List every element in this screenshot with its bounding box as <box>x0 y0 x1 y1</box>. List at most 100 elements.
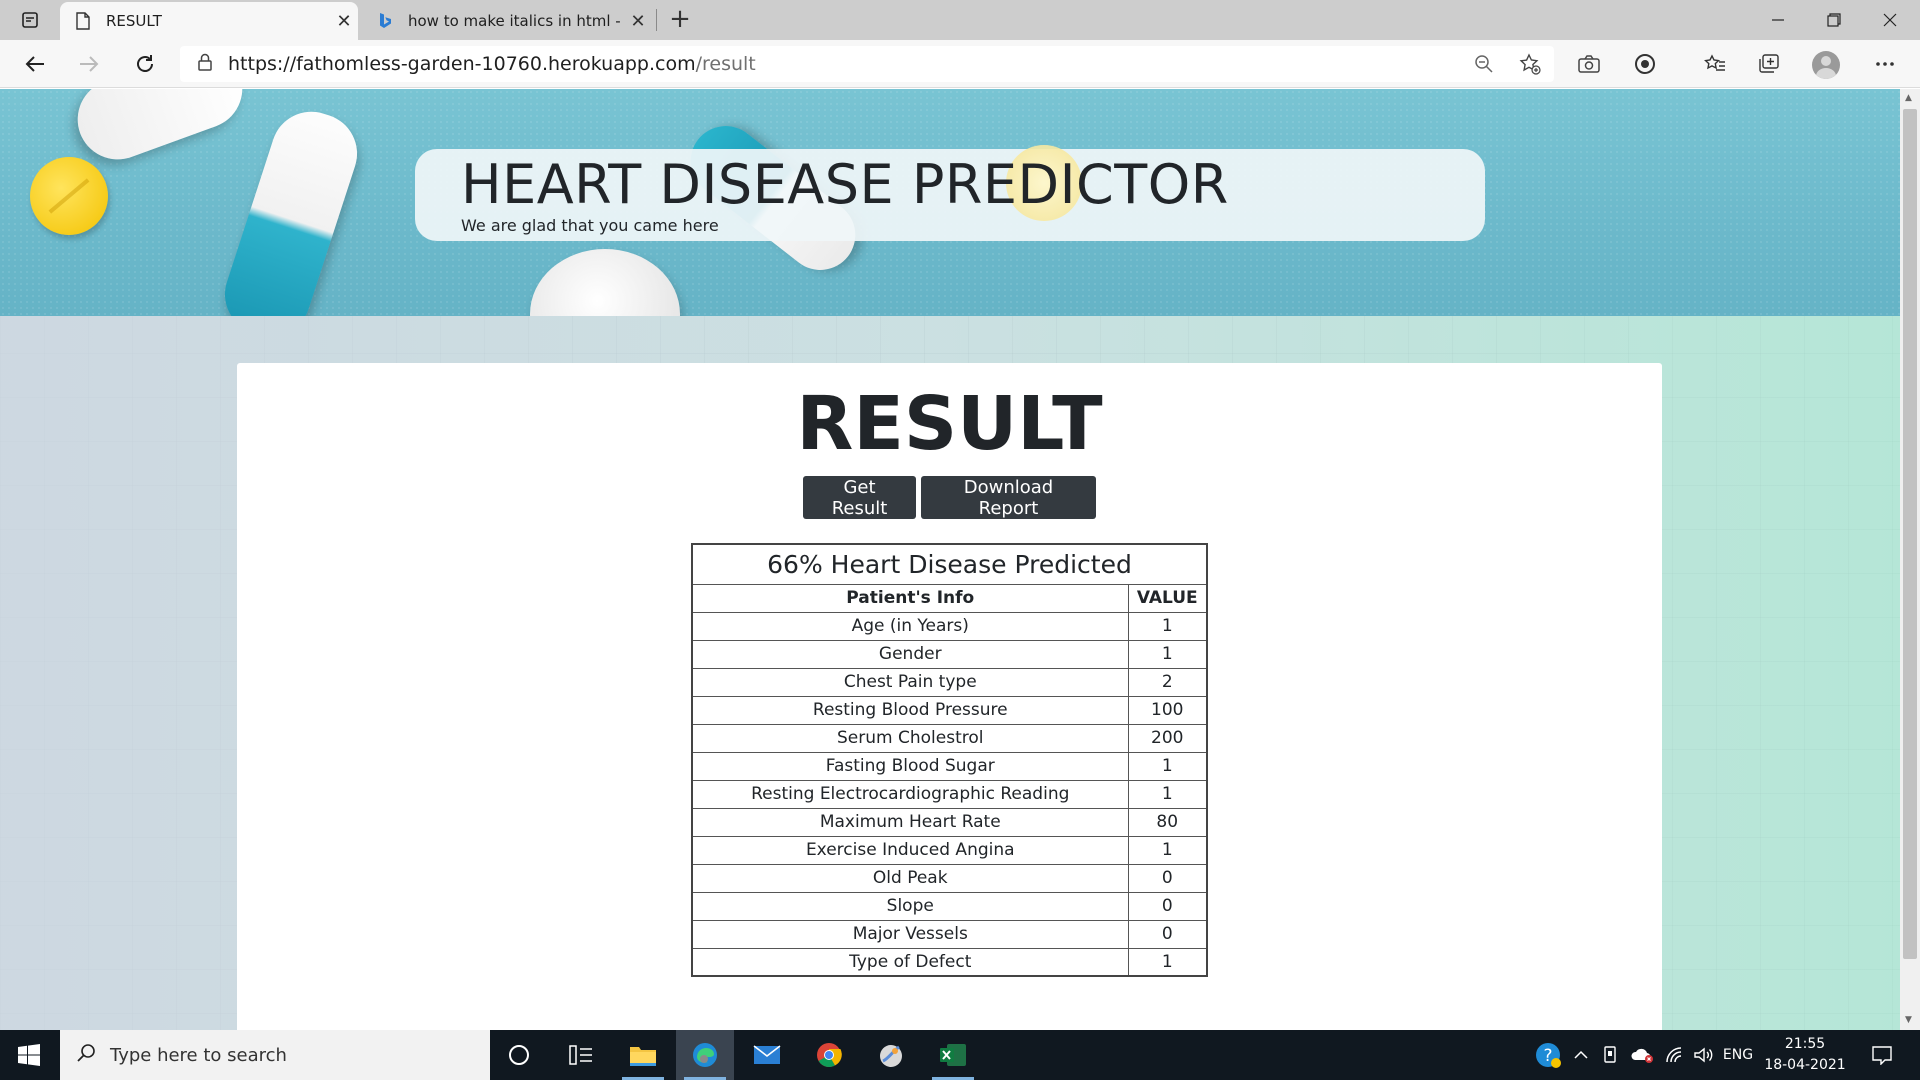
table-row: Type of Defect 1 <box>691 947 1208 977</box>
get-result-button[interactable]: Get Result <box>803 476 916 519</box>
patient-info-cell: Fasting Blood Sugar <box>691 751 1129 781</box>
table-row: Chest Pain type 2 <box>691 667 1208 697</box>
vertical-scrollbar[interactable]: ▲ ▼ <box>1900 89 1920 1030</box>
value-cell: 1 <box>1127 751 1208 781</box>
hero-title-card: HEART DISEASE PREDICTOR We are glad that… <box>415 145 1485 241</box>
tab-title: RESULT <box>106 12 162 30</box>
table-row: Gender 1 <box>691 639 1208 669</box>
add-favorite-icon[interactable] <box>1516 50 1544 78</box>
tab-bing-search[interactable]: how to make italics in html - Bing ✕ <box>362 2 652 40</box>
close-tab-icon[interactable]: ✕ <box>624 11 652 32</box>
prediction-text: 66% Heart Disease Predicted <box>691 543 1208 585</box>
browser-tab-strip: RESULT ✕ how to make italics in html - B… <box>0 0 1920 40</box>
device-icon[interactable] <box>1598 1030 1624 1080</box>
wifi-icon[interactable] <box>1662 1030 1688 1080</box>
search-icon <box>76 1043 96 1067</box>
value-cell: 100 <box>1127 695 1208 725</box>
language-indicator[interactable]: ENG <box>1718 1030 1758 1080</box>
patient-info-cell: Gender <box>691 639 1129 669</box>
search-placeholder: Type here to search <box>110 1044 287 1066</box>
tab-title: how to make italics in html - Bing <box>408 12 624 30</box>
value-cell: 80 <box>1127 807 1208 837</box>
table-row: Age (in Years) 1 <box>691 611 1208 641</box>
value-cell: 0 <box>1127 863 1208 893</box>
patient-info-cell: Chest Pain type <box>691 667 1129 697</box>
close-tab-icon[interactable]: ✕ <box>330 11 358 32</box>
back-button[interactable] <box>18 48 52 80</box>
file-explorer-icon[interactable] <box>614 1030 672 1080</box>
app-icon[interactable] <box>862 1030 920 1080</box>
volume-icon[interactable] <box>1690 1030 1716 1080</box>
zoom-icon[interactable] <box>1470 50 1498 78</box>
site-title: HEART DISEASE PREDICTOR <box>461 153 1229 216</box>
show-hidden-icons-icon[interactable] <box>1570 1030 1592 1080</box>
restore-button[interactable] <box>1806 0 1862 40</box>
new-tab-button[interactable]: + <box>664 4 696 36</box>
scroll-down-icon[interactable]: ▼ <box>1905 1015 1912 1025</box>
onedrive-icon[interactable] <box>1628 1030 1658 1080</box>
page-icon <box>74 12 92 30</box>
table-row: Maximum Heart Rate 80 <box>691 807 1208 837</box>
table-header-row: Patient's Info VALUE <box>691 583 1208 613</box>
value-cell: 0 <box>1127 919 1208 949</box>
taskbar-clock[interactable]: 21:55 18-04-2021 <box>1760 1034 1850 1076</box>
taskbar-search[interactable]: Type here to search <box>60 1030 490 1080</box>
table-row: Exercise Induced Angina 1 <box>691 835 1208 865</box>
url-field[interactable]: https://fathomless-garden-10760.herokuap… <box>180 46 1554 82</box>
clock-date: 18-04-2021 <box>1764 1057 1846 1073</box>
refresh-button[interactable] <box>128 48 162 80</box>
profile-avatar[interactable] <box>1812 51 1840 79</box>
close-window-button[interactable] <box>1862 0 1918 40</box>
mail-icon[interactable] <box>738 1030 796 1080</box>
edge-browser-icon[interactable] <box>676 1030 734 1080</box>
extension-icon[interactable] <box>1630 50 1660 78</box>
url-text: https://fathomless-garden-10760.herokuap… <box>228 53 756 75</box>
patient-info-cell: Age (in Years) <box>691 611 1129 641</box>
bing-icon <box>376 12 394 30</box>
table-row: Old Peak 0 <box>691 863 1208 893</box>
patient-info-cell: Maximum Heart Rate <box>691 807 1129 837</box>
more-menu-icon[interactable] <box>1870 50 1900 78</box>
language-text: ENG <box>1722 1047 1754 1063</box>
lock-icon[interactable] <box>198 53 212 75</box>
value-cell: 0 <box>1127 891 1208 921</box>
value-cell: 1 <box>1127 835 1208 865</box>
task-view-icon[interactable] <box>552 1030 610 1080</box>
patient-info-cell: Exercise Induced Angina <box>691 835 1129 865</box>
page-viewport: HEART DISEASE PREDICTOR We are glad that… <box>0 89 1900 1030</box>
result-table: 66% Heart Disease Predicted Patient's In… <box>691 543 1208 977</box>
tab-divider <box>656 9 657 31</box>
collections-icon[interactable] <box>1754 50 1784 78</box>
patient-info-cell: Type of Defect <box>691 947 1129 977</box>
excel-icon[interactable] <box>924 1030 982 1080</box>
forward-button[interactable] <box>72 48 106 80</box>
value-cell: 1 <box>1127 611 1208 641</box>
screenshot-icon[interactable] <box>1574 50 1604 78</box>
notifications-icon[interactable] <box>1864 1030 1900 1080</box>
download-report-button[interactable]: Download Report <box>921 476 1096 519</box>
help-icon[interactable]: ? <box>1532 1030 1564 1080</box>
patient-info-cell: Serum Cholestrol <box>691 723 1129 753</box>
scroll-up-icon[interactable]: ▲ <box>1905 93 1912 103</box>
minimize-button[interactable] <box>1750 0 1806 40</box>
cortana-icon[interactable] <box>490 1030 548 1080</box>
value-cell: 1 <box>1127 947 1208 977</box>
favorites-icon[interactable] <box>1700 50 1730 78</box>
scrollbar-thumb[interactable] <box>1903 109 1917 959</box>
value-cell: 1 <box>1127 779 1208 809</box>
tab-result[interactable]: RESULT ✕ <box>60 2 358 40</box>
patient-info-cell: Resting Electrocardiographic Reading <box>691 779 1129 809</box>
tab-actions-icon[interactable] <box>14 8 46 32</box>
table-row: Serum Cholestrol 200 <box>691 723 1208 753</box>
start-button[interactable] <box>0 1030 58 1080</box>
patient-info-cell: Resting Blood Pressure <box>691 695 1129 725</box>
value-cell: 200 <box>1127 723 1208 753</box>
value-cell: 1 <box>1127 639 1208 669</box>
chrome-icon[interactable] <box>800 1030 858 1080</box>
table-row: Fasting Blood Sugar 1 <box>691 751 1208 781</box>
address-bar: https://fathomless-garden-10760.herokuap… <box>0 40 1920 88</box>
patient-info-cell: Major Vessels <box>691 919 1129 949</box>
column-header: Patient's Info <box>691 583 1129 613</box>
prediction-row: 66% Heart Disease Predicted <box>691 543 1208 585</box>
table-row: Resting Blood Pressure 100 <box>691 695 1208 725</box>
